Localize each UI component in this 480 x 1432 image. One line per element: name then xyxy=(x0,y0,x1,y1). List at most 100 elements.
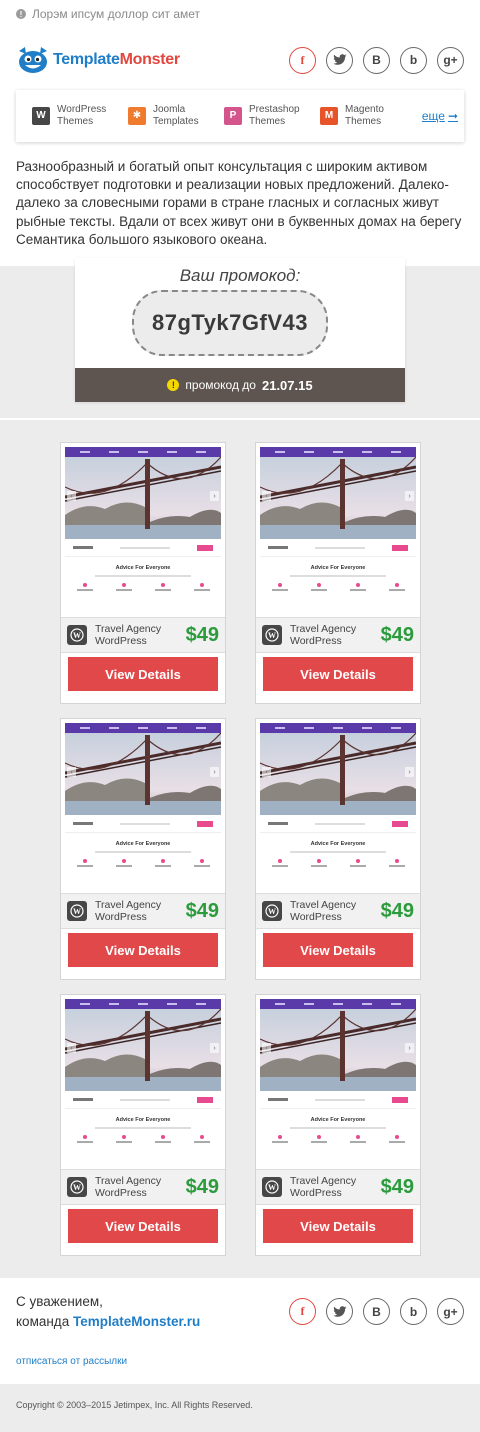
footer: Copyright © 2003–2015 Jetimpex, Inc. All… xyxy=(0,1384,480,1432)
product-card: ‹ › Advice For Everyone W Travel Agency W… xyxy=(255,994,421,1256)
svg-text:W: W xyxy=(73,1183,81,1192)
product-name: Travel Agency WordPress xyxy=(95,1175,162,1199)
wordpress-icon: W xyxy=(262,901,282,921)
signature: С уважением, команда TemplateMonster.ru xyxy=(16,1292,200,1332)
svg-text:W: W xyxy=(268,907,276,916)
product-thumbnail[interactable]: ‹ › Advice For Everyone xyxy=(260,447,416,615)
product-info: W Travel Agency WordPress $49 xyxy=(61,893,225,929)
product-name: Travel Agency WordPress xyxy=(290,623,357,647)
promo-validity: ! промокод до 21.07.15 xyxy=(75,368,405,402)
view-details-button[interactable]: View Details xyxy=(263,1209,413,1243)
promo-valid-date: 21.07.15 xyxy=(261,377,313,393)
wordpress-icon: W xyxy=(262,1177,282,1197)
warning-icon: ! xyxy=(167,379,180,391)
product-info: W Travel Agency WordPress $49 xyxy=(61,617,225,653)
product-price: $49 xyxy=(380,623,414,646)
twitter-icon[interactable] xyxy=(326,46,353,74)
google-plus-icon[interactable]: g+ xyxy=(437,46,464,74)
blogger-icon[interactable]: b xyxy=(400,46,427,74)
cms-item-wordpress[interactable]: W WordPress Themes xyxy=(32,104,128,128)
product-card: ‹ › Advice For Everyone W Travel Agency W… xyxy=(255,442,421,704)
info-icon: ! xyxy=(16,9,26,19)
product-thumbnail[interactable]: ‹ › Advice For Everyone xyxy=(65,447,221,615)
copyright-text: Copyright © 2003–2015 Jetimpex, Inc. All… xyxy=(16,1400,253,1410)
promo-label: Ваш промокод: xyxy=(179,266,301,285)
cms-item-label: Magento Themes xyxy=(345,104,384,127)
product-price: $49 xyxy=(185,623,219,646)
signature-line2: команда TemplateMonster.ru xyxy=(16,1314,201,1329)
product-grid: ‹ › Advice For Everyone W Travel Agency W… xyxy=(0,420,480,1278)
joomla-icon: ✱ xyxy=(128,107,146,125)
wordpress-icon: W xyxy=(32,107,50,125)
social-links: f B b g+ xyxy=(289,46,464,74)
thumbnail-title: Advice For Everyone xyxy=(310,1117,366,1123)
header: TemplateMonster f B b g+ xyxy=(16,40,464,80)
cms-item-joomla[interactable]: ✱ Joomla Templates xyxy=(128,104,224,128)
signature-line1: С уважением, xyxy=(16,1294,103,1309)
product-thumbnail[interactable]: ‹ › Advice For Everyone xyxy=(260,723,416,891)
product-price: $49 xyxy=(185,899,219,922)
facebook-icon[interactable]: f xyxy=(289,46,316,74)
product-card: ‹ › Advice For Everyone W Travel Agency W… xyxy=(255,718,421,980)
cms-categories: W WordPress Themes ✱ Joomla Templates P Pr… xyxy=(16,90,464,142)
cms-item-magento[interactable]: M Magento Themes xyxy=(320,104,416,128)
product-name: Travel Agency WordPress xyxy=(95,623,162,647)
facebook-icon[interactable]: f xyxy=(289,1298,316,1325)
view-details-button[interactable]: View Details xyxy=(68,1209,218,1243)
cms-item-label: Prestashop Themes xyxy=(249,104,300,127)
product-price: $49 xyxy=(380,899,414,922)
view-details-button[interactable]: View Details xyxy=(263,657,413,691)
promo-block: Ваш промокод: 87gTyk7GfV43 ! промокод до… xyxy=(75,258,405,402)
product-info: W Travel Agency WordPress $49 xyxy=(256,617,420,653)
blogger-icon[interactable]: b xyxy=(400,1298,427,1325)
twitter-icon[interactable] xyxy=(326,1298,353,1325)
promo-valid-prefix: промокод до xyxy=(185,378,256,392)
view-details-button[interactable]: View Details xyxy=(68,933,218,967)
preheader: ! Лорэм ипсум доллор сит амет xyxy=(0,0,480,28)
social-links-footer: f B b g+ xyxy=(289,1298,464,1325)
svg-text:W: W xyxy=(268,1183,276,1192)
cms-item-prestashop[interactable]: P Prestashop Themes xyxy=(224,104,320,128)
svg-text:W: W xyxy=(73,631,81,640)
product-card: ‹ › Advice For Everyone W Travel Agency W… xyxy=(60,994,226,1256)
thumbnail-title: Advice For Everyone xyxy=(115,841,171,847)
product-thumbnail[interactable]: ‹ › Advice For Everyone xyxy=(65,723,221,891)
preheader-text: Лорэм ипсум доллор сит амет xyxy=(32,7,201,21)
thumbnail-title: Advice For Everyone xyxy=(310,565,366,571)
wordpress-icon: W xyxy=(67,625,87,645)
product-name: Travel Agency WordPress xyxy=(95,899,162,923)
arrow-right-icon: ➞ xyxy=(447,109,458,123)
magento-icon: M xyxy=(320,107,338,125)
unsubscribe-link[interactable]: отписаться от рассылки xyxy=(16,1356,127,1367)
product-info: W Travel Agency WordPress $49 xyxy=(61,1169,225,1205)
view-details-button[interactable]: View Details xyxy=(68,657,218,691)
intro-text: Разнообразный и богатый опыт консультаци… xyxy=(16,159,462,247)
product-name: Travel Agency WordPress xyxy=(290,1175,357,1199)
wordpress-icon: W xyxy=(262,625,282,645)
signature-brand-link[interactable]: TemplateMonster.ru xyxy=(73,1314,200,1329)
more-link[interactable]: еще ➞ xyxy=(422,109,458,123)
product-info: W Travel Agency WordPress $49 xyxy=(256,893,420,929)
product-card: ‹ › Advice For Everyone W Travel Agency W… xyxy=(60,442,226,704)
thumbnail-title: Advice For Everyone xyxy=(115,1117,171,1123)
view-details-button[interactable]: View Details xyxy=(263,933,413,967)
prestashop-icon: P xyxy=(224,107,242,125)
thumbnail-title: Advice For Everyone xyxy=(115,565,171,571)
svg-text:W: W xyxy=(73,907,81,916)
product-price: $49 xyxy=(380,1175,414,1198)
vk-icon[interactable]: B xyxy=(363,46,390,74)
monster-logo-icon xyxy=(19,47,47,73)
google-plus-icon[interactable]: g+ xyxy=(437,1298,464,1325)
vk-icon[interactable]: B xyxy=(363,1298,390,1325)
promo-code[interactable]: 87gTyk7GfV43 xyxy=(132,290,328,356)
wordpress-icon: W xyxy=(67,1177,87,1197)
product-thumbnail[interactable]: ‹ › Advice For Everyone xyxy=(65,999,221,1167)
svg-text:W: W xyxy=(268,631,276,640)
product-thumbnail[interactable]: ‹ › Advice For Everyone xyxy=(260,999,416,1167)
product-name: Travel Agency WordPress xyxy=(290,899,357,923)
product-info: W Travel Agency WordPress $49 xyxy=(256,1169,420,1205)
product-price: $49 xyxy=(185,1175,219,1198)
product-card: ‹ › Advice For Everyone W Travel Agency W… xyxy=(60,718,226,980)
logo[interactable]: TemplateMonster xyxy=(16,45,180,75)
logo-text: TemplateMonster xyxy=(53,51,180,68)
